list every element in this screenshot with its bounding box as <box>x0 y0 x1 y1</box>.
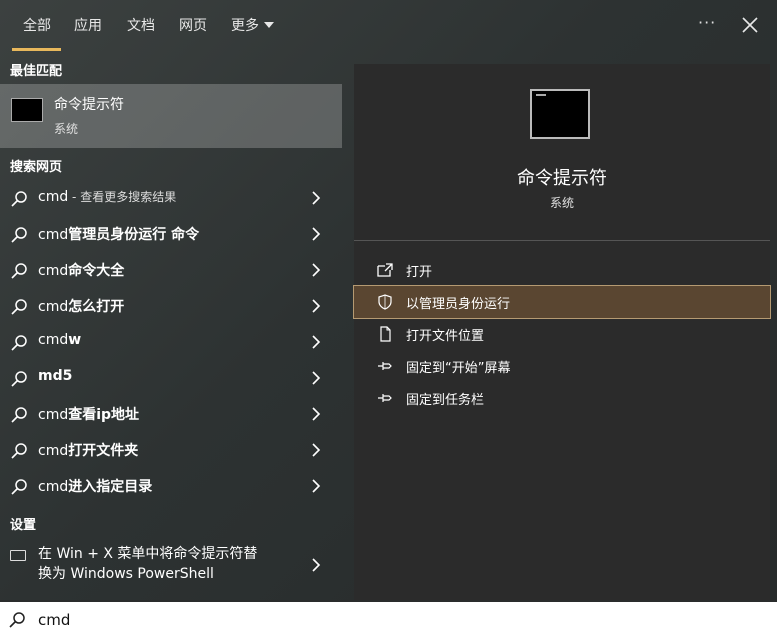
cmd-app-icon <box>11 98 43 122</box>
web-search-heading: 搜索网页 <box>10 160 63 175</box>
open-icon <box>377 263 393 277</box>
detail-title: 命令提示符 <box>517 168 607 189</box>
shield-icon <box>378 294 392 310</box>
web-result-item[interactable]: cmd怎么打开 <box>0 288 342 324</box>
results-list: 最佳匹配 命令提示符 系统 搜索网页 cmd - 查看更多搜索结果 cmd管理员… <box>0 52 342 600</box>
chevron-right-icon <box>312 479 321 493</box>
pin-icon <box>378 394 392 402</box>
action-label: 以管理员身份运行 <box>406 297 511 312</box>
chevron-right-icon <box>312 407 321 421</box>
search-icon <box>9 612 25 628</box>
web-result-text: cmd打开文件夹 <box>38 443 139 459</box>
action-open[interactable]: 打开 <box>354 254 770 286</box>
settings-result-text: 在 Win + X 菜单中将命令提示符替 换为 Windows PowerShe… <box>38 546 258 582</box>
cmd-app-icon <box>530 89 590 139</box>
search-panel: 全部 应用 文档 网页 更多 ··· 最佳匹配 命令提示符 系统 搜索网页 cm… <box>0 0 777 600</box>
active-tab-indicator <box>12 48 61 51</box>
tab-all[interactable]: 全部 <box>23 15 51 35</box>
search-icon <box>11 371 27 387</box>
chevron-right-icon <box>312 263 321 277</box>
chevron-right-icon <box>312 299 321 313</box>
detail-pane: 命令提示符 系统 打开 以管理员身份运行 打开文件位置 固定到“开始”屏幕 固定… <box>353 64 771 600</box>
tab-more-label: 更多 <box>231 18 259 34</box>
action-label: 固定到“开始”屏幕 <box>406 361 511 376</box>
search-icon <box>11 407 27 423</box>
best-match-subtitle: 系统 <box>54 122 79 136</box>
header: 全部 应用 文档 网页 更多 ··· <box>0 0 777 52</box>
action-pin-to-start[interactable]: 固定到“开始”屏幕 <box>354 350 770 382</box>
search-icon <box>11 263 27 279</box>
action-run-as-admin[interactable]: 以管理员身份运行 <box>353 285 771 319</box>
web-result-item[interactable]: md5 <box>0 360 342 396</box>
web-result-text: cmd查看ip地址 <box>38 407 140 423</box>
search-icon <box>11 227 27 243</box>
web-result-text: md5 <box>38 368 73 384</box>
tab-more[interactable]: 更多 <box>231 15 274 35</box>
web-result-text: cmd命令大全 <box>38 263 125 279</box>
web-result-text: cmd管理员身份运行 命令 <box>38 227 200 243</box>
best-match-heading: 最佳匹配 <box>10 64 63 79</box>
best-match-item[interactable]: 命令提示符 系统 <box>0 84 342 148</box>
web-result-text: cmd进入指定目录 <box>38 479 153 495</box>
close-icon[interactable] <box>741 16 759 34</box>
detail-subtitle: 系统 <box>549 196 574 210</box>
tab-apps[interactable]: 应用 <box>74 15 102 35</box>
action-label: 打开文件位置 <box>406 329 485 344</box>
web-result-text: cmdw <box>38 332 82 348</box>
search-icon <box>11 479 27 495</box>
search-icon <box>11 299 27 315</box>
chevron-right-icon <box>312 558 321 572</box>
action-label: 固定到任务栏 <box>406 393 485 408</box>
web-result-text: cmd怎么打开 <box>38 299 125 315</box>
web-result-item[interactable]: cmd管理员身份运行 命令 <box>0 216 342 252</box>
pin-icon <box>378 362 392 370</box>
search-bar <box>0 600 777 638</box>
search-icon <box>11 443 27 459</box>
divider <box>354 240 770 241</box>
tab-documents[interactable]: 文档 <box>127 15 155 35</box>
search-icon <box>11 335 27 351</box>
search-icon <box>11 191 27 207</box>
settings-result-item[interactable]: 在 Win + X 菜单中将命令提示符替 换为 Windows PowerShe… <box>0 540 342 590</box>
web-result-item[interactable]: cmd打开文件夹 <box>0 432 342 468</box>
web-result-item[interactable]: cmdw <box>0 324 342 360</box>
file-location-icon <box>380 326 391 342</box>
action-pin-to-taskbar[interactable]: 固定到任务栏 <box>354 382 770 414</box>
action-label: 打开 <box>406 265 433 280</box>
settings-heading: 设置 <box>10 518 37 533</box>
web-result-item[interactable]: cmd进入指定目录 <box>0 468 342 504</box>
web-result-text: cmd - 查看更多搜索结果 <box>38 189 177 205</box>
web-result-item[interactable]: cmd查看ip地址 <box>0 396 342 432</box>
settings-monitor-icon <box>10 550 26 561</box>
caret-down-icon <box>264 22 274 28</box>
chevron-right-icon <box>312 443 321 457</box>
search-input[interactable] <box>38 608 758 632</box>
tab-web[interactable]: 网页 <box>179 15 207 35</box>
action-open-file-location[interactable]: 打开文件位置 <box>354 318 770 350</box>
web-result-item[interactable]: cmd命令大全 <box>0 252 342 288</box>
more-options-icon[interactable]: ··· <box>698 13 716 32</box>
chevron-right-icon <box>312 335 321 349</box>
chevron-right-icon <box>312 227 321 241</box>
best-match-title: 命令提示符 <box>54 97 124 113</box>
chevron-right-icon <box>312 191 321 205</box>
web-result-item[interactable]: cmd - 查看更多搜索结果 <box>0 180 342 216</box>
chevron-right-icon <box>312 371 321 385</box>
